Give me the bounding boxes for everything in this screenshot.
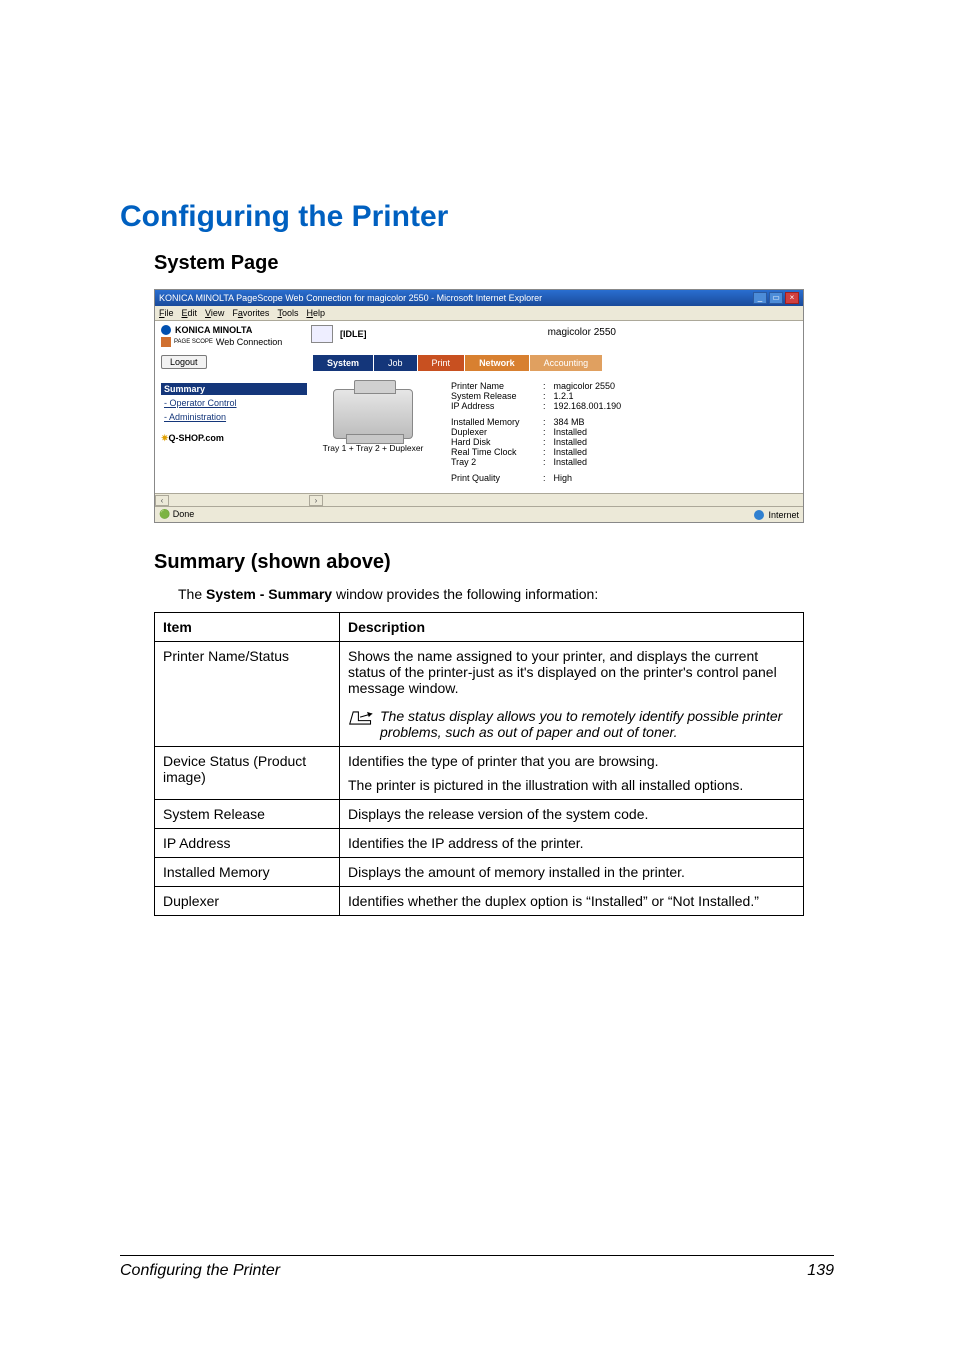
- detail-tray2-value: Installed: [550, 457, 626, 467]
- printer-status-text: [IDLE]: [340, 329, 367, 339]
- footer-title: Configuring the Printer: [120, 1262, 280, 1280]
- tab-accounting[interactable]: Accounting: [530, 355, 604, 371]
- table-header-item: Item: [155, 613, 340, 642]
- brand-name: KONICA MINOLTA: [175, 325, 252, 335]
- logout-button[interactable]: Logout: [161, 355, 207, 369]
- nav-summary[interactable]: Summary: [161, 383, 307, 395]
- browser-screenshot: KONICA MINOLTA PageScope Web Connection …: [154, 289, 804, 523]
- internet-zone-icon: [754, 510, 764, 520]
- detail-print-quality-label: Print Quality: [447, 473, 539, 483]
- table-row: Duplexer Identifies whether the duplex o…: [155, 887, 804, 916]
- pagescope-icon: [161, 337, 171, 347]
- row-desc: Shows the name assigned to your printer,…: [340, 642, 804, 747]
- horizontal-scrollbar[interactable]: ‹ ›: [155, 493, 803, 506]
- menu-favorites[interactable]: Favorites: [232, 308, 269, 318]
- tab-network[interactable]: Network: [465, 355, 530, 371]
- table-row: Printer Name/Status Shows the name assig…: [155, 642, 804, 747]
- section-system-page: System Page: [120, 252, 834, 275]
- table-row: IP Address Identifies the IP address of …: [155, 829, 804, 858]
- intro-text: The System - Summary window provides the…: [120, 586, 834, 602]
- row-item: System Release: [155, 800, 340, 829]
- row-desc: Identifies whether the duplex option is …: [340, 887, 804, 916]
- status-zone: Internet: [768, 510, 799, 520]
- detail-system-release-label: System Release: [447, 391, 539, 401]
- row-desc: Displays the amount of memory installed …: [340, 858, 804, 887]
- detail-harddisk-label: Hard Disk: [447, 437, 539, 447]
- row-desc: Identifies the type of printer that you …: [340, 747, 804, 800]
- menu-tools[interactable]: Tools: [277, 308, 298, 318]
- detail-rtc-label: Real Time Clock: [447, 447, 539, 457]
- note-icon: [348, 708, 374, 728]
- row-note: The status display allows you to remotel…: [380, 708, 795, 740]
- menu-file[interactable]: File: [159, 308, 174, 318]
- row-item: Duplexer: [155, 887, 340, 916]
- printer-illustration: [333, 389, 413, 439]
- browser-menubar: File Edit View Favorites Tools Help: [155, 306, 803, 321]
- detail-system-release-value: 1.2.1: [550, 391, 626, 401]
- close-icon[interactable]: ×: [785, 292, 799, 304]
- page-number: 139: [807, 1262, 834, 1280]
- detail-ip-value: 192.168.001.190: [550, 401, 626, 411]
- km-logo-icon: [161, 325, 171, 335]
- row-item: Installed Memory: [155, 858, 340, 887]
- scroll-right-icon[interactable]: ›: [309, 495, 323, 506]
- printer-illustration-caption: Tray 1 + Tray 2 + Duplexer: [313, 443, 433, 453]
- status-done: 🟢 Done: [159, 509, 194, 520]
- table-row: System Release Displays the release vers…: [155, 800, 804, 829]
- section-summary: Summary (shown above): [120, 551, 834, 574]
- window-titlebar: KONICA MINOLTA PageScope Web Connection …: [155, 290, 803, 306]
- nav-operator-control[interactable]: - Operator Control: [161, 397, 307, 409]
- page-title: Configuring the Printer: [120, 200, 834, 234]
- scroll-left-icon[interactable]: ‹: [155, 495, 169, 506]
- detail-printer-name-label: Printer Name: [447, 381, 539, 391]
- row-item: IP Address: [155, 829, 340, 858]
- pagescope-prefix: PAGE SCOPE: [174, 339, 213, 345]
- description-table: Item Description Printer Name/Status Sho…: [154, 612, 804, 916]
- table-row: Device Status (Product image) Identifies…: [155, 747, 804, 800]
- detail-tray2-label: Tray 2: [447, 457, 539, 467]
- detail-rtc-value: Installed: [550, 447, 626, 457]
- minimize-icon[interactable]: _: [753, 292, 767, 304]
- printer-status-icon: [311, 325, 333, 343]
- detail-memory-label: Installed Memory: [447, 417, 539, 427]
- maximize-icon[interactable]: ▭: [769, 292, 783, 304]
- tab-system[interactable]: System: [313, 355, 374, 371]
- menu-edit[interactable]: Edit: [182, 308, 198, 318]
- window-title-text: KONICA MINOLTA PageScope Web Connection …: [159, 293, 542, 303]
- tab-job[interactable]: Job: [374, 355, 418, 371]
- detail-print-quality-value: High: [550, 473, 626, 483]
- detail-duplexer-value: Installed: [550, 427, 626, 437]
- tab-print[interactable]: Print: [418, 355, 466, 371]
- detail-ip-label: IP Address: [447, 401, 539, 411]
- qshop-link[interactable]: ✷Q-SHOP.com: [161, 433, 307, 444]
- detail-duplexer-label: Duplexer: [447, 427, 539, 437]
- detail-printer-name-value: magicolor 2550: [550, 381, 626, 391]
- row-item: Device Status (Product image): [155, 747, 340, 800]
- detail-memory-value: 384 MB: [550, 417, 626, 427]
- table-row: Installed Memory Displays the amount of …: [155, 858, 804, 887]
- menu-view[interactable]: View: [205, 308, 224, 318]
- detail-harddisk-value: Installed: [550, 437, 626, 447]
- web-connection-label: Web Connection: [216, 337, 282, 347]
- row-item: Printer Name/Status: [155, 642, 340, 747]
- nav-administration[interactable]: - Administration: [161, 411, 307, 423]
- table-header-description: Description: [340, 613, 804, 642]
- row-desc: Identifies the IP address of the printer…: [340, 829, 804, 858]
- menu-help[interactable]: Help: [306, 308, 325, 318]
- row-desc: Displays the release version of the syst…: [340, 800, 804, 829]
- printer-model-header: magicolor 2550: [367, 325, 798, 338]
